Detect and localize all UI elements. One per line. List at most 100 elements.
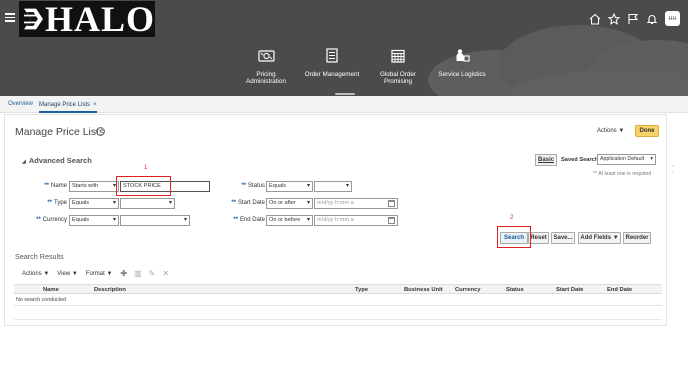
user-avatar[interactable]: HH — [665, 11, 680, 26]
springboard-pricing-administration[interactable]: Pricing Administration — [236, 47, 296, 85]
springboard: Pricing Administration Order Management … — [236, 47, 496, 85]
menu-icon[interactable] — [5, 13, 15, 22]
table-divider — [14, 305, 662, 306]
springboard-label: Service Logistics — [438, 71, 486, 78]
required-marker: ** — [233, 217, 238, 223]
start-date-operator-value: On or after — [269, 200, 296, 206]
calendar-icon[interactable] — [388, 217, 395, 224]
side-panel-icons — [672, 163, 674, 175]
name-label-text: Name — [50, 183, 67, 189]
currency-label-text: Currency — [42, 217, 67, 223]
end-date-label-text: End Date — [239, 217, 265, 223]
currency-operator-select[interactable]: Equals ▾ — [69, 215, 119, 226]
saved-search-select[interactable]: Application Default ▾ — [597, 154, 656, 165]
done-button[interactable]: Done — [635, 125, 659, 137]
tab-bar: Overview Manage Price Lists × — [0, 96, 688, 113]
chevron-down-icon: ▾ — [112, 217, 116, 223]
required-marker: ** — [35, 217, 41, 223]
saved-search-value: Application Default — [600, 156, 645, 162]
column-header-description[interactable]: Description — [94, 287, 126, 293]
add-fields-button[interactable]: Add Fields ▼ — [578, 232, 621, 244]
bell-icon[interactable] — [646, 13, 658, 25]
basic-search-button[interactable]: Basic — [535, 154, 557, 166]
type-operator-select[interactable]: Equals ▾ — [69, 198, 119, 209]
star-icon[interactable] — [608, 12, 620, 25]
column-header-business-unit[interactable]: Business Unit — [404, 287, 443, 293]
results-table-header: Name Description Type Business Unit Curr… — [14, 284, 662, 294]
flag-icon[interactable] — [627, 13, 639, 25]
chevron-down-icon: ▾ — [168, 200, 172, 206]
column-header-start-date[interactable]: Start Date — [556, 287, 583, 293]
end-date-label: ** End Date — [219, 217, 265, 223]
end-date-input[interactable]: m/d/yy h:mm a — [314, 215, 398, 226]
chevron-down-icon: ▾ — [345, 183, 349, 189]
name-label: ** Name — [39, 183, 67, 189]
advanced-search-header[interactable]: ◢ Advanced Search — [22, 156, 92, 165]
order-icon — [326, 48, 338, 63]
springboard-collapse-handle[interactable] — [335, 93, 355, 95]
pricing-icon — [257, 49, 275, 62]
results-view-menu[interactable]: View ▼ — [57, 271, 78, 277]
required-note: ** At least one is required — [593, 171, 652, 177]
name-operator-value: Starts with — [72, 183, 99, 189]
edit-icon[interactable]: ✎ — [149, 269, 156, 278]
search-icon[interactable] — [672, 171, 674, 173]
calendar-icon[interactable] — [388, 200, 395, 207]
logistics-icon — [456, 49, 470, 62]
reset-button[interactable]: Reset — [528, 232, 549, 244]
start-date-input[interactable]: m/d/yy h:mm a — [314, 198, 398, 209]
delete-icon[interactable]: ▥ — [134, 269, 142, 278]
end-date-operator-select[interactable]: On or before ▾ — [266, 215, 313, 226]
start-date-operator-select[interactable]: On or after ▾ — [266, 198, 313, 209]
results-toolbar: Actions ▼ View ▼ Format ▼ ✚ ▥ ✎ ✕ — [22, 269, 176, 278]
tab-label: Manage Price Lists — [39, 102, 91, 108]
springboard-order-management[interactable]: Order Management — [301, 47, 363, 85]
required-marker: ** — [44, 183, 49, 189]
page-actions-menu[interactable]: Actions ▼ — [597, 128, 624, 134]
chevron-down-icon: ▾ — [306, 217, 310, 223]
annotation-number-1: 1 — [144, 165, 148, 171]
results-actions-menu[interactable]: Actions ▼ — [22, 271, 49, 277]
annotation-box-1 — [116, 176, 171, 196]
springboard-label: Global Order — [379, 71, 417, 78]
status-value-select[interactable]: ▾ — [314, 181, 352, 192]
currency-value-select[interactable]: ▾ — [120, 215, 190, 226]
cancel-icon[interactable]: ✕ — [162, 269, 169, 278]
logo-text: HALO — [44, 0, 155, 39]
reorder-button[interactable]: Reorder — [623, 232, 651, 244]
chevron-down-icon: ▾ — [306, 200, 310, 206]
column-header-status[interactable]: Status — [506, 287, 524, 293]
column-header-end-date[interactable]: End Date — [607, 287, 632, 293]
type-value-select[interactable]: ▾ — [120, 198, 175, 209]
column-header-type[interactable]: Type — [355, 287, 368, 293]
save-button[interactable]: Save... — [551, 232, 575, 244]
end-date-placeholder: m/d/yy h:mm a — [317, 217, 354, 223]
help-icon[interactable]: ? — [96, 127, 105, 136]
status-operator-select[interactable]: Equals ▾ — [266, 181, 313, 192]
start-date-label-text: Start Date — [237, 200, 265, 206]
annotation-box-2 — [497, 226, 531, 248]
required-marker: ** — [47, 200, 52, 206]
manage-price-lists-panel: Manage Price Lists ? Actions ▼ Done ◢ Adv… — [4, 114, 667, 326]
chevron-down-icon: ▾ — [183, 217, 187, 223]
springboard-service-logistics[interactable]: Service Logistics — [433, 47, 491, 85]
column-header-name[interactable]: Name — [43, 287, 59, 293]
document-icon[interactable] — [672, 165, 674, 167]
results-format-menu[interactable]: Format ▼ — [86, 271, 113, 277]
status-label: ** Status — [229, 183, 265, 189]
home-icon[interactable] — [589, 13, 601, 25]
end-date-operator-value: On or before — [269, 217, 301, 223]
springboard-global-order-promising[interactable]: Global Order Promising — [368, 47, 428, 85]
name-operator-select[interactable]: Starts with ▾ — [69, 181, 119, 192]
required-marker: ** — [231, 200, 236, 206]
required-marker: ** — [241, 183, 246, 189]
tab-manage-price-lists[interactable]: Manage Price Lists × — [39, 101, 97, 113]
tab-overview[interactable]: Overview — [8, 101, 33, 107]
halo-logo[interactable]: HALO — [19, 1, 155, 37]
close-icon[interactable]: × — [93, 101, 97, 108]
status-operator-value: Equals — [269, 183, 287, 189]
column-header-currency[interactable]: Currency — [455, 287, 480, 293]
logo-chevron-icon — [24, 8, 43, 30]
add-icon[interactable]: ✚ — [120, 269, 127, 278]
springboard-label: Order Management — [304, 71, 360, 78]
